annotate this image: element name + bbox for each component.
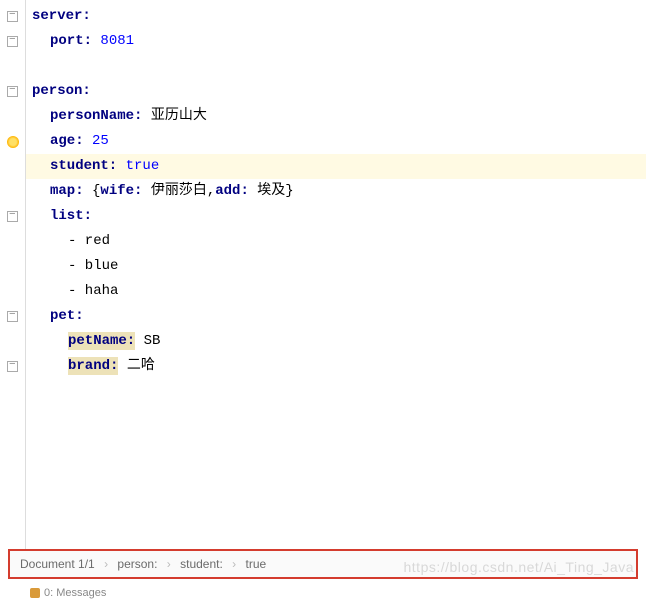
fold-icon[interactable] (7, 211, 18, 222)
yaml-key: port: (50, 33, 92, 49)
yaml-value: 8081 (100, 33, 134, 49)
chevron-right-icon: › (104, 557, 108, 571)
breadcrumb[interactable]: Document 1/1 › person: › student: › true (8, 549, 638, 579)
chevron-right-icon: › (232, 557, 236, 571)
list-item: - haha (68, 283, 118, 299)
bulb-icon[interactable] (7, 136, 19, 148)
chevron-right-icon: › (167, 557, 171, 571)
gutter (0, 0, 26, 560)
yaml-value: SB (144, 333, 161, 349)
code-area[interactable]: server: port: 8081 person: personName: 亚… (26, 0, 646, 560)
yaml-key: map: (50, 183, 84, 199)
breadcrumb-item[interactable]: person: (117, 557, 157, 571)
fold-icon[interactable] (7, 361, 18, 372)
messages-tab[interactable]: 0: Messages (30, 587, 106, 599)
yaml-key: personName: (50, 108, 142, 124)
breadcrumb-item[interactable]: student: (180, 557, 223, 571)
list-item: - red (68, 233, 110, 249)
yaml-key: age: (50, 133, 84, 149)
yaml-key: server: (32, 8, 91, 24)
yaml-key: brand: (68, 357, 118, 375)
yaml-value: 二哈 (127, 358, 155, 374)
yaml-key: person: (32, 83, 91, 99)
list-item: - blue (68, 258, 118, 274)
fold-icon[interactable] (7, 311, 18, 322)
fold-icon[interactable] (7, 11, 18, 22)
fold-icon[interactable] (7, 86, 18, 97)
current-line: student: true (26, 154, 646, 179)
messages-icon (30, 588, 40, 598)
yaml-key: petName: (68, 332, 135, 350)
fold-icon[interactable] (7, 36, 18, 47)
breadcrumb-item[interactable]: Document 1/1 (20, 557, 95, 571)
yaml-key: pet: (50, 308, 84, 324)
yaml-value: 亚历山大 (151, 108, 207, 124)
yaml-key: list: (50, 208, 92, 224)
yaml-value: 25 (92, 133, 109, 149)
breadcrumb-item[interactable]: true (246, 557, 267, 571)
code-editor[interactable]: server: port: 8081 person: personName: 亚… (0, 0, 646, 560)
